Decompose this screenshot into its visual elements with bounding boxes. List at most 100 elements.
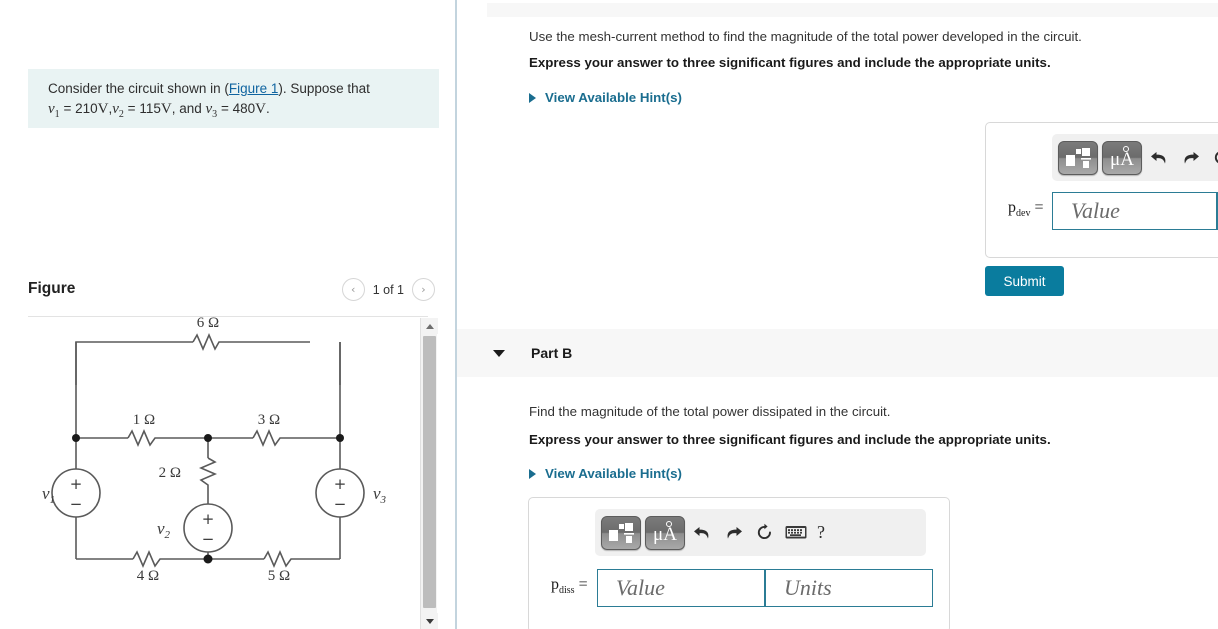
part-a-hints-label: View Available Hint(s) [545, 90, 682, 105]
part-b-answer-card: μA ? pdiss = Value Units [528, 497, 950, 629]
voltage-source-v3: + − [315, 468, 365, 518]
keyboard-icon-part-b[interactable] [782, 520, 809, 545]
undo-glyph-part-b [694, 527, 709, 539]
period: . [265, 101, 270, 116]
part-b-units-input[interactable]: Units [765, 569, 933, 607]
chevron-right-icon-part-b [529, 468, 536, 479]
problem-text-after-link: ). Suppose that [278, 81, 370, 96]
resistor-5ohm-symbol [263, 549, 295, 569]
redo-glyph-part-b [727, 527, 742, 539]
figure-scrollbar[interactable] [420, 318, 438, 629]
problem-text-before-link: Consider the circuit shown in ( [48, 81, 229, 96]
svg-text:+: + [334, 475, 347, 493]
svg-text:+: + [202, 510, 215, 528]
voltage-source-v1: + − [51, 468, 101, 518]
figure-1-link[interactable]: Figure 1 [229, 81, 279, 96]
resistor-6ohm-label: 6 Ω [197, 317, 219, 331]
part-a-question: Use the mesh-current method to find the … [529, 29, 1082, 44]
chevron-down-icon [425, 618, 434, 624]
part-b-answer-toolbar: μA ? [595, 509, 926, 556]
part-b-label-sub: diss [559, 585, 575, 597]
figure-page-label: 1 of 1 [372, 282, 404, 297]
math-template-glyph-part-b [609, 522, 634, 543]
v1-symbol: v1 [48, 101, 60, 120]
keyboard-glyph-part-b [785, 526, 806, 539]
v2-symbol: v2 [112, 101, 124, 120]
units-icon-label: μA [1110, 149, 1134, 170]
math-template-icon[interactable] [1058, 140, 1098, 175]
part-a-value-input[interactable]: Value [1052, 192, 1217, 230]
scroll-up-button[interactable] [421, 318, 438, 334]
figure-header: Figure ‹ 1 of 1 › [28, 278, 439, 314]
resistor-2ohm-symbol [198, 457, 218, 489]
reset-glyph [1214, 151, 1218, 164]
undo-icon[interactable] [1146, 145, 1173, 170]
part-a-answer-toolbar: μA [1052, 134, 1218, 181]
part-a-value-placeholder: Value [1071, 198, 1120, 223]
v2-equals: = [127, 101, 136, 116]
source-v3-label: v3 [373, 484, 387, 506]
chevron-down-icon-part-b[interactable] [493, 349, 505, 357]
redo-glyph [1184, 152, 1199, 164]
math-template-icon-part-b[interactable] [601, 515, 641, 550]
units-micro-amp-icon-part-b[interactable]: μA [645, 515, 685, 550]
resistor-3ohm-label: 3 Ω [258, 412, 280, 428]
help-icon-part-b[interactable]: ? [813, 522, 829, 543]
math-template-glyph [1066, 147, 1091, 168]
part-b-value-input[interactable]: Value [597, 569, 765, 607]
resistor-4ohm-symbol [132, 549, 164, 569]
part-b-title: Part B [531, 345, 573, 361]
v3-symbol: v3 [205, 101, 218, 120]
part-a-equals: = [1034, 199, 1044, 216]
reset-glyph-part-b [757, 523, 771, 540]
reset-icon[interactable] [1208, 145, 1218, 170]
part-b-hints-label: View Available Hint(s) [545, 466, 682, 481]
resistor-3ohm-symbol [252, 428, 284, 448]
v3-unit: V [255, 101, 266, 117]
figure-next-button[interactable]: › [412, 278, 435, 301]
redo-icon-part-b[interactable] [720, 520, 747, 545]
chevron-up-icon [425, 323, 434, 329]
svg-text:−: − [70, 495, 83, 513]
part-b-label-main: p [551, 576, 559, 593]
voltage-source-v2: + − [183, 503, 233, 553]
figure-viewport[interactable]: + − + − + − 6 Ω 1 Ω 3 Ω 2 Ω 4 Ω 5 Ω v1 v… [28, 317, 428, 629]
reset-icon-part-b[interactable] [751, 520, 778, 545]
resistor-4ohm-label: 4 Ω [137, 568, 159, 584]
part-b-header[interactable]: Part B [457, 329, 1218, 377]
units-icon-label-part-b: μA [653, 524, 677, 545]
resistor-2ohm-label: 2 Ω [159, 465, 181, 481]
resistor-5ohm-label: 5 Ω [268, 568, 290, 584]
part-a-submit-button[interactable]: Submit [985, 266, 1064, 296]
part-b-answer-label: pdiss = [551, 576, 588, 596]
figure-prev-button[interactable]: ‹ [341, 278, 365, 301]
part-a-label-main: p [1008, 199, 1016, 216]
part-b-units-placeholder: Units [784, 575, 832, 600]
v1-value: 210 [75, 101, 98, 116]
part-a-answer-label: pdev = [1008, 199, 1043, 219]
units-micro-amp-icon[interactable]: μA [1102, 140, 1142, 175]
resistor-1ohm-symbol [127, 428, 159, 448]
figure-pager: ‹ 1 of 1 › [341, 278, 435, 301]
conjunction: , and [171, 101, 202, 116]
left-pane: Consider the circuit shown in (Figure 1)… [0, 0, 455, 629]
part-a-instruction: Express your answer to three significant… [529, 55, 1051, 70]
part-a-label-sub: dev [1016, 208, 1031, 220]
page-root: Consider the circuit shown in (Figure 1)… [0, 0, 1218, 629]
scroll-down-button[interactable] [421, 613, 438, 629]
scrollbar-thumb[interactable] [423, 336, 436, 608]
redo-icon[interactable] [1177, 145, 1204, 170]
svg-text:−: − [202, 530, 215, 548]
part-a-header-strip [487, 3, 1218, 17]
circuit-diagram: + − + − + − 6 Ω 1 Ω 3 Ω 2 Ω 4 Ω 5 Ω v1 v… [42, 317, 387, 584]
undo-icon-part-b[interactable] [689, 520, 716, 545]
source-v2-label: v2 [157, 519, 171, 541]
part-b-equals: = [578, 576, 588, 593]
v2-unit: V [160, 101, 172, 117]
v3-value: 480 [232, 101, 256, 116]
part-b-hints-toggle[interactable]: View Available Hint(s) [529, 466, 682, 481]
resistor-1ohm-label: 1 Ω [133, 412, 155, 428]
part-a-hints-toggle[interactable]: View Available Hint(s) [529, 90, 682, 105]
figure-panel-title: Figure [28, 280, 76, 297]
undo-glyph [1151, 152, 1166, 164]
